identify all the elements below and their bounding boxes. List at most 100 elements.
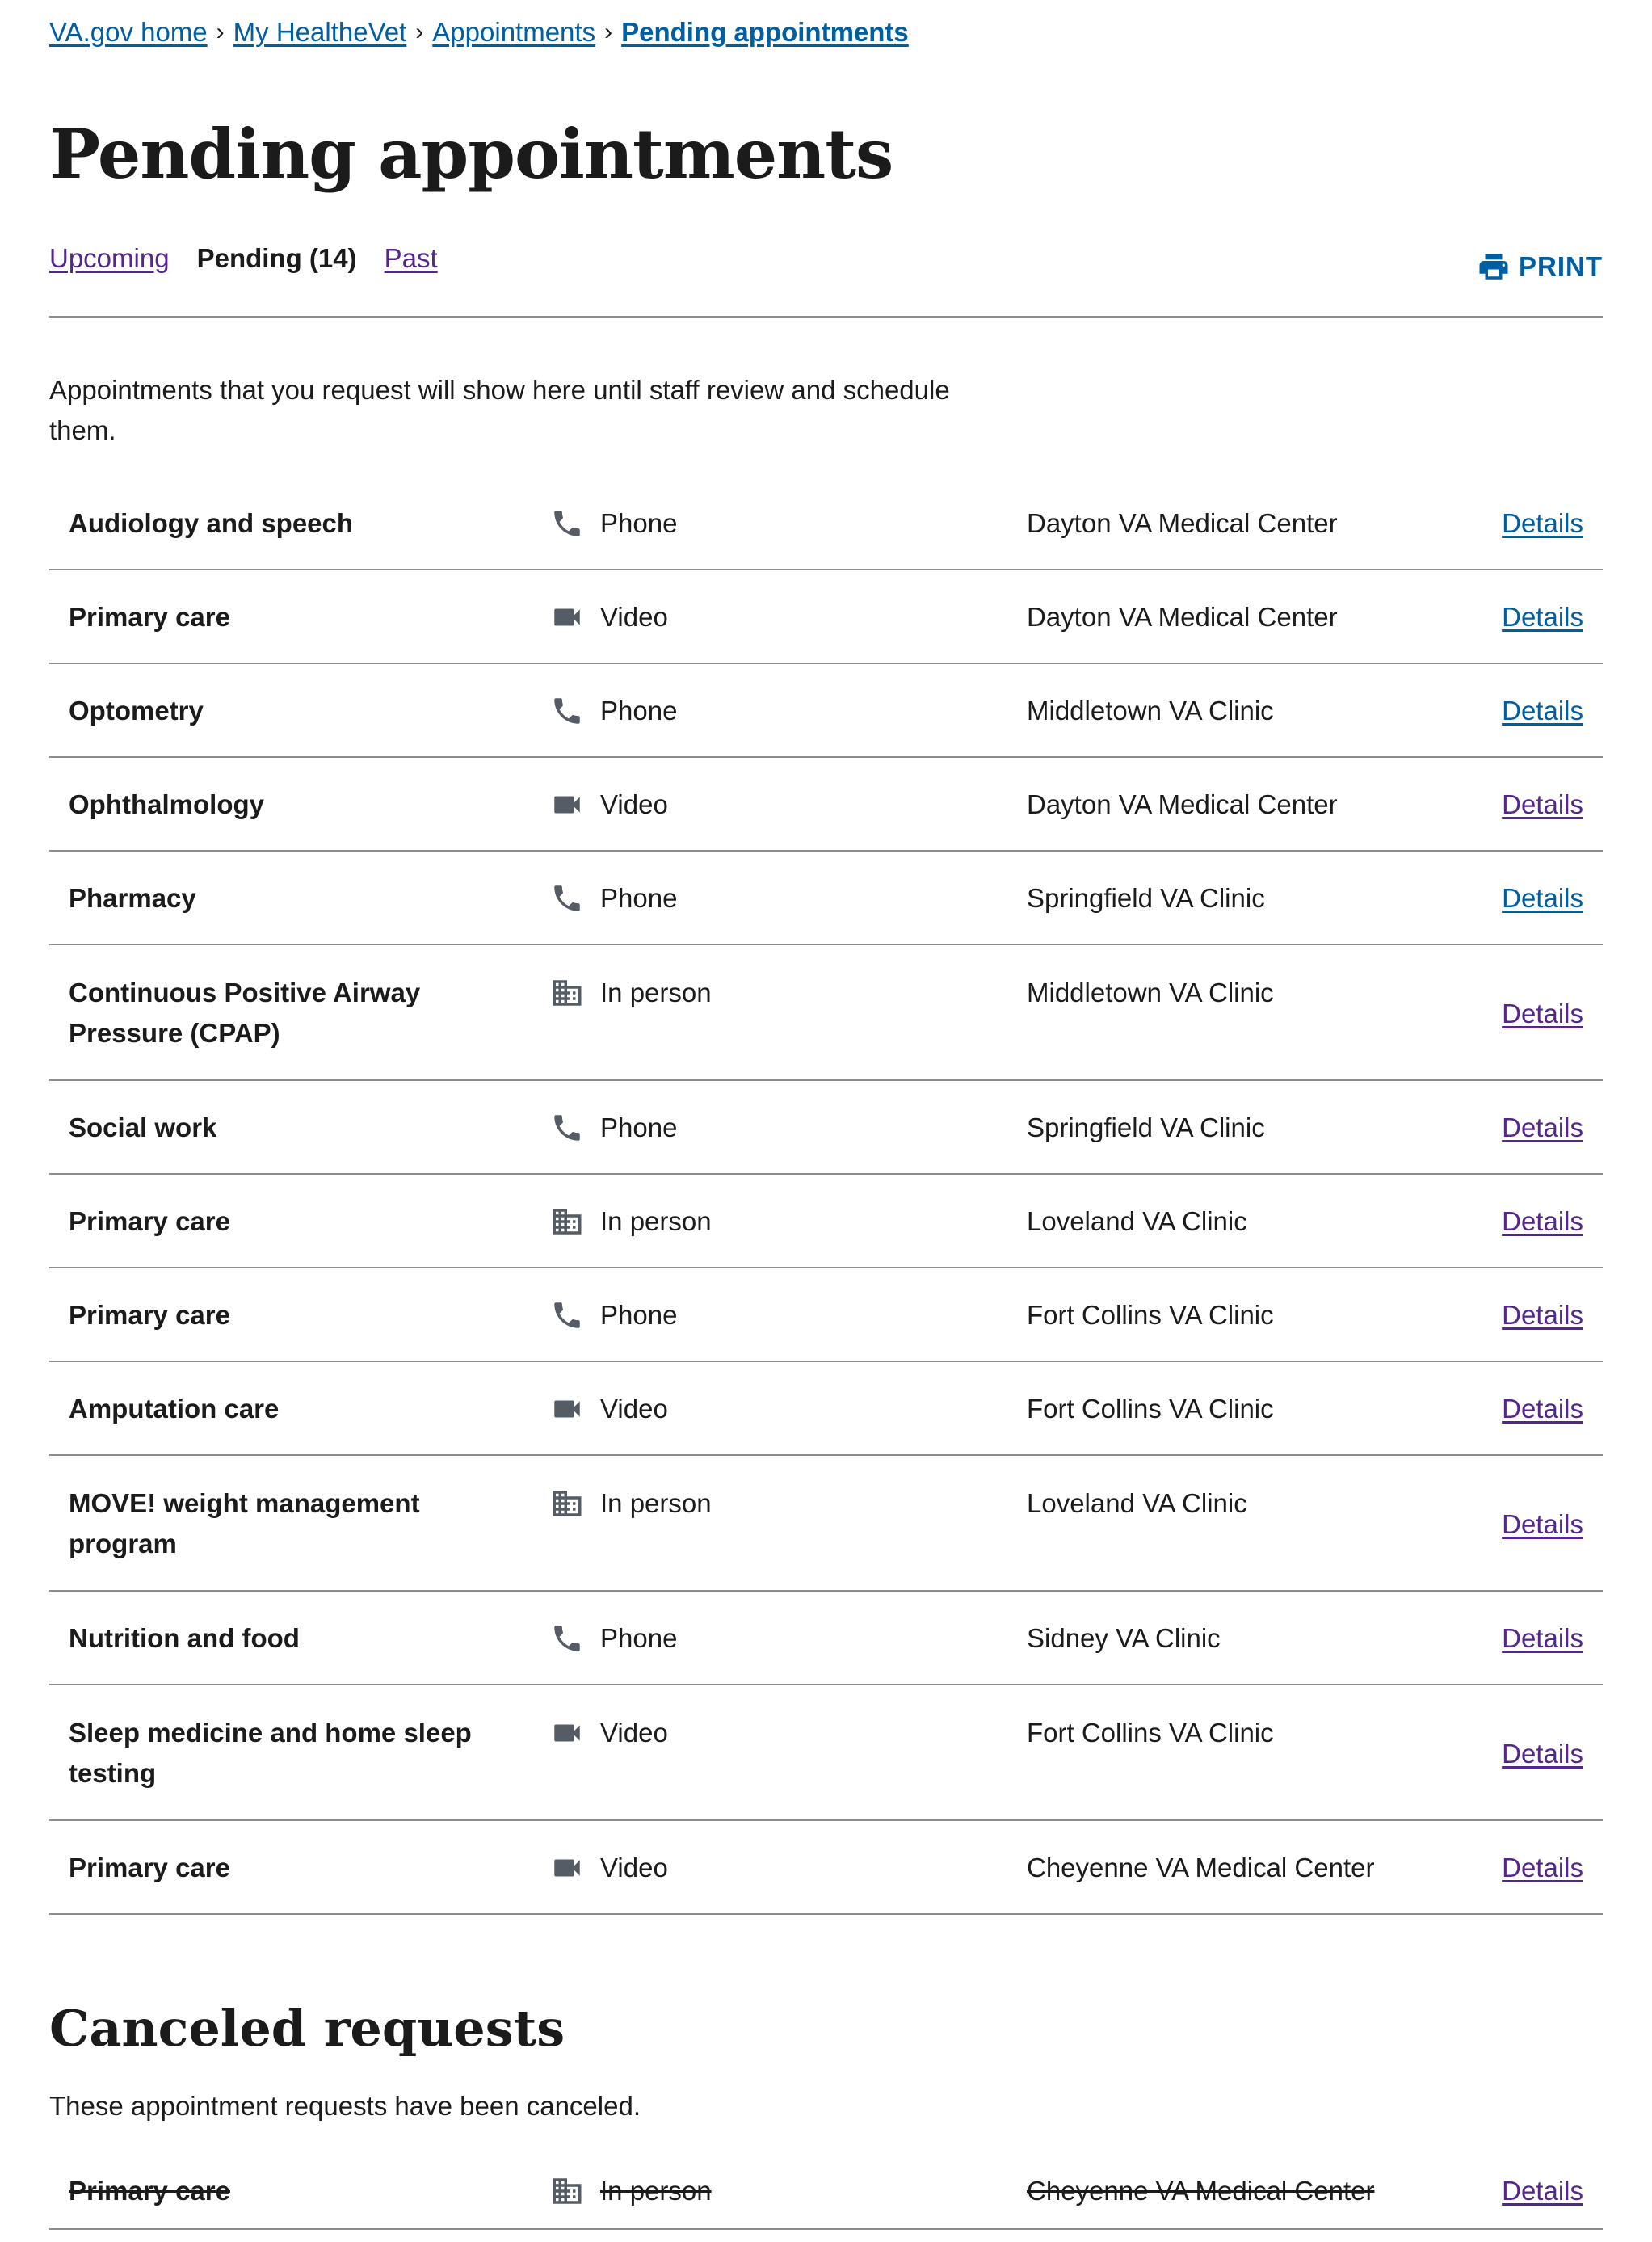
page-title: Pending appointments xyxy=(49,114,893,194)
canceled-request-row: Primary care In person Cheyenne VA Medical… xyxy=(49,2149,1603,2230)
appointment-mode-label: Phone xyxy=(600,883,678,913)
appointment-location: Fort Collins VA Clinic xyxy=(1027,1394,1274,1424)
video-camera-icon xyxy=(554,1400,580,1418)
canceled-requests-list: Primary care In person Cheyenne VA Medical… xyxy=(49,2149,1603,2230)
tab-pending[interactable]: Pending (14) xyxy=(197,239,357,278)
appointment-mode: Phone xyxy=(550,1618,677,1659)
details-link[interactable]: Details xyxy=(1502,1389,1583,1429)
details-link[interactable]: Details xyxy=(1502,1108,1583,1148)
building-icon xyxy=(553,1209,582,1235)
appointment-mode-label: Phone xyxy=(600,1113,678,1142)
appointment-mode: Video xyxy=(550,784,668,825)
details-link[interactable]: Details xyxy=(1502,691,1583,731)
appointment-mode: Video xyxy=(550,1389,668,1429)
appointment-mode-label: In person xyxy=(600,978,712,1007)
chevron-right-icon: › xyxy=(415,19,424,45)
appointment-type: MOVE! weight management program xyxy=(69,1488,420,1558)
appointment-row: Primary care Phone Fort Collins VA Clinic D… xyxy=(49,1268,1603,1362)
breadcrumb-link-appointments[interactable]: Appointments xyxy=(432,15,595,50)
appointment-location: Loveland VA Clinic xyxy=(1027,1488,1247,1518)
appointment-mode-label: Video xyxy=(600,1394,668,1424)
details-link[interactable]: Details xyxy=(1502,784,1583,825)
pending-appointments-list: Audiology and speech Phone Dayton VA Medic… xyxy=(49,477,1603,1915)
appointment-row: Sleep medicine and home sleep testing Vid… xyxy=(49,1685,1603,1821)
details-link[interactable]: Details xyxy=(1502,1734,1583,1774)
details-link[interactable]: Details xyxy=(1502,597,1583,637)
appointment-mode: Phone xyxy=(550,691,677,731)
appointment-row: Pharmacy Phone Springfield VA Clinic Detail… xyxy=(49,852,1603,945)
appointment-mode-label: Video xyxy=(600,789,668,819)
appointment-mode-label: Phone xyxy=(600,508,678,538)
phone-icon xyxy=(554,1302,580,1328)
appointment-row: Primary care Video Dayton VA Medical Cente… xyxy=(49,570,1603,664)
appointment-location: Middletown VA Clinic xyxy=(1027,978,1274,1007)
appointment-location: Dayton VA Medical Center xyxy=(1027,508,1338,538)
breadcrumb-link-va-home[interactable]: VA.gov home xyxy=(49,15,208,50)
canceled-intro-text: These appointment requests have been can… xyxy=(49,2091,641,2121)
appointment-type: Primary care xyxy=(69,2176,230,2206)
appointment-row: Continuous Positive Airway Pressure (CPA… xyxy=(49,945,1603,1081)
appointment-mode: Video xyxy=(550,597,668,637)
appointment-location: Fort Collins VA Clinic xyxy=(1027,1718,1274,1748)
video-camera-icon xyxy=(554,1859,580,1877)
tab-past-link[interactable]: Past xyxy=(385,243,438,273)
tab-upcoming[interactable]: Upcoming xyxy=(49,239,170,278)
appointment-type: Optometry xyxy=(69,696,204,726)
video-camera-icon xyxy=(554,796,580,814)
building-icon xyxy=(553,1491,582,1516)
appointment-type: Primary care xyxy=(69,1853,230,1882)
phone-icon xyxy=(554,885,580,911)
print-label: PRINT xyxy=(1519,251,1603,281)
details-link[interactable]: Details xyxy=(1502,503,1583,544)
details-link[interactable]: Details xyxy=(1502,1848,1583,1888)
appointment-location: Sidney VA Clinic xyxy=(1027,1623,1221,1653)
appointment-mode: Phone xyxy=(550,503,677,544)
appointment-mode: In person xyxy=(550,1483,712,1524)
video-camera-icon xyxy=(554,1724,580,1742)
tab-upcoming-link[interactable]: Upcoming xyxy=(49,243,170,273)
breadcrumb-current[interactable]: Pending appointments xyxy=(621,15,909,50)
appointment-tabs: Upcoming Pending (14) Past xyxy=(49,239,465,278)
appointment-type: Primary care xyxy=(69,1300,230,1330)
pending-intro-text: Appointments that you request will show … xyxy=(49,375,950,445)
details-link[interactable]: Details xyxy=(1502,1504,1583,1545)
details-link[interactable]: Details xyxy=(1502,994,1583,1034)
appointment-type: Primary care xyxy=(69,602,230,632)
appointment-mode-label: Phone xyxy=(600,696,678,726)
appointment-mode: Phone xyxy=(550,1295,677,1336)
appointment-row: Ophthalmology Video Dayton VA Medical Cent… xyxy=(49,758,1603,852)
appointment-row: Nutrition and food Phone Sidney VA Clinic D… xyxy=(49,1592,1603,1685)
building-icon xyxy=(553,2178,582,2204)
breadcrumb: VA.gov home › My HealtheVet › Appointmen… xyxy=(49,15,909,50)
details-link[interactable]: Details xyxy=(1502,2171,1583,2211)
details-link[interactable]: Details xyxy=(1502,1295,1583,1336)
appointment-mode: In person xyxy=(550,1201,712,1242)
appointment-row: Amputation care Video Fort Collins VA Clin… xyxy=(49,1362,1603,1456)
appointment-mode: Video xyxy=(550,1713,668,1753)
appointment-type: Primary care xyxy=(69,1206,230,1236)
phone-icon xyxy=(554,1115,580,1141)
appointment-mode: Phone xyxy=(550,1108,677,1148)
print-button[interactable]: PRINT xyxy=(1457,247,1603,286)
breadcrumb-link-my-healthevet[interactable]: My HealtheVet xyxy=(233,15,407,50)
appointment-type: Audiology and speech xyxy=(69,508,354,538)
appointment-location: Dayton VA Medical Center xyxy=(1027,602,1338,632)
appointment-row: Audiology and speech Phone Dayton VA Medic… xyxy=(49,477,1603,570)
appointment-type: Amputation care xyxy=(69,1394,280,1424)
appointment-location: Cheyenne VA Medical Center xyxy=(1027,2176,1375,2206)
appointment-mode-label: In person xyxy=(600,1206,712,1236)
chevron-right-icon: › xyxy=(604,19,613,45)
appointment-type: Social work xyxy=(69,1113,217,1142)
appointment-location: Fort Collins VA Clinic xyxy=(1027,1300,1274,1330)
details-link[interactable]: Details xyxy=(1502,878,1583,919)
details-link[interactable]: Details xyxy=(1502,1618,1583,1659)
video-camera-icon xyxy=(554,608,580,626)
details-link[interactable]: Details xyxy=(1502,1201,1583,1242)
appointment-type: Pharmacy xyxy=(69,883,196,913)
phone-icon xyxy=(554,698,580,724)
tab-past[interactable]: Past xyxy=(385,239,438,278)
appointment-mode-label: Phone xyxy=(600,1623,678,1653)
appointment-mode-label: Video xyxy=(600,602,668,632)
appointment-row: MOVE! weight management program In person… xyxy=(49,1456,1603,1592)
appointment-mode-label: In person xyxy=(600,2176,712,2206)
